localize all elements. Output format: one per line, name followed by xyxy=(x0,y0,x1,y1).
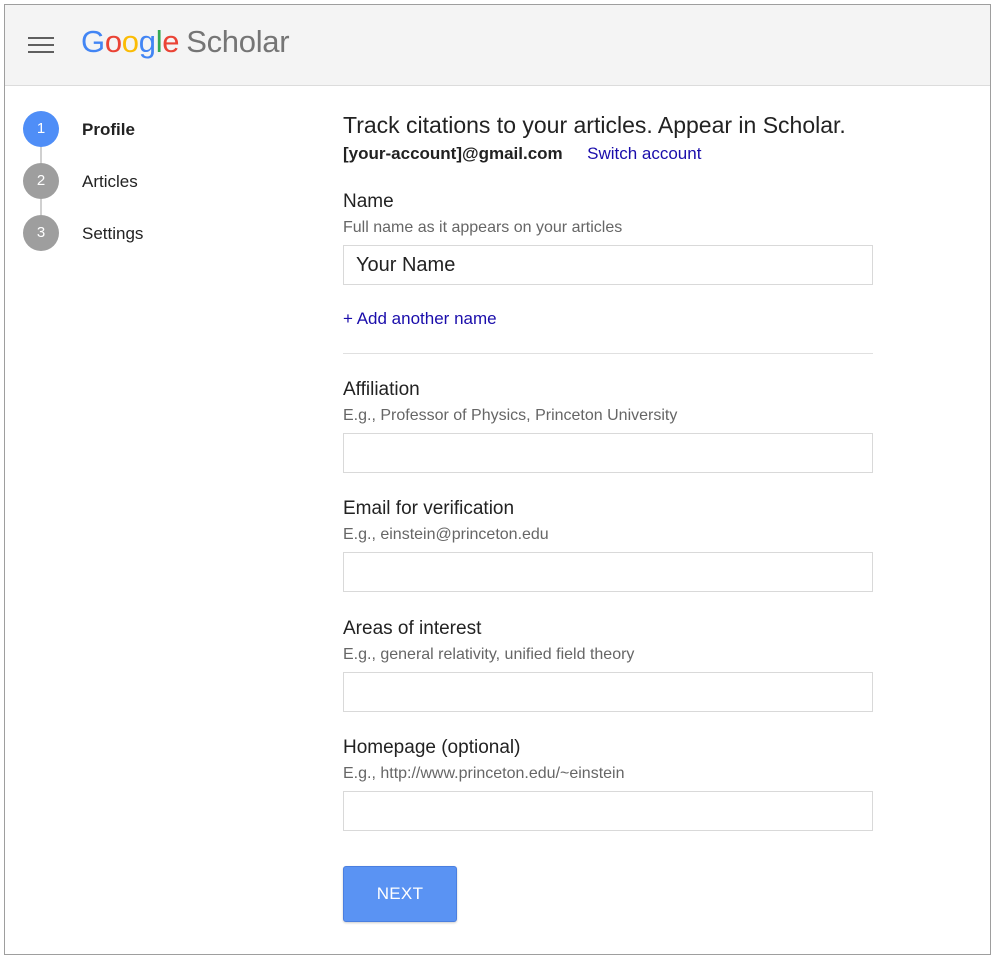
divider xyxy=(343,353,873,354)
step-settings[interactable]: 3 Settings xyxy=(23,215,223,251)
interests-label: Areas of interest xyxy=(343,618,482,639)
homepage-label: Homepage (optional) xyxy=(343,737,521,758)
email-label: Email for verification xyxy=(343,498,515,519)
step-connector xyxy=(40,147,42,163)
logo-letter: e xyxy=(162,24,180,59)
name-input[interactable] xyxy=(343,245,873,285)
page-title: Track citations to your articles. Appear… xyxy=(343,112,846,138)
name-label: Name xyxy=(343,191,394,212)
account-line: [your-account]@gmail.com Switch account xyxy=(343,144,701,164)
email-hint: E.g., einstein@princeton.edu xyxy=(343,526,549,543)
step-profile[interactable]: 1 Profile xyxy=(23,111,223,147)
step-label: Articles xyxy=(82,172,138,191)
account-email: [your-account]@gmail.com xyxy=(343,144,563,163)
step-number-badge: 1 xyxy=(23,111,59,147)
step-articles[interactable]: 2 Articles xyxy=(23,163,223,199)
name-hint: Full name as it appears on your articles xyxy=(343,219,623,236)
interests-input[interactable] xyxy=(343,672,873,712)
logo-letter: g xyxy=(138,24,156,59)
step-connector xyxy=(40,199,42,215)
hamburger-menu-icon[interactable] xyxy=(25,29,57,61)
step-number-badge: 2 xyxy=(23,163,59,199)
logo-letter: o xyxy=(121,24,139,59)
interests-hint: E.g., general relativity, unified field … xyxy=(343,646,635,663)
next-button[interactable]: NEXT xyxy=(343,866,457,922)
homepage-input[interactable] xyxy=(343,791,873,831)
logo-letter: o xyxy=(104,24,122,59)
affiliation-hint: E.g., Professor of Physics, Princeton Un… xyxy=(343,407,678,424)
affiliation-label: Affiliation xyxy=(343,379,420,400)
add-another-name-link[interactable]: + Add another name xyxy=(343,309,497,329)
switch-account-link[interactable]: Switch account xyxy=(587,144,701,163)
top-bar: Google Scholar xyxy=(5,5,990,86)
app-window: Google Scholar 1 Profile 2 Articles 3 Set… xyxy=(4,4,991,955)
step-label: Settings xyxy=(82,224,144,243)
email-input[interactable] xyxy=(343,552,873,592)
google-scholar-logo[interactable]: Google Scholar xyxy=(81,22,290,62)
homepage-hint: E.g., http://www.princeton.edu/~einstein xyxy=(343,765,625,782)
logo-product-name: Scholar xyxy=(186,24,290,59)
step-number-badge: 3 xyxy=(23,215,59,251)
affiliation-input[interactable] xyxy=(343,433,873,473)
logo-letter: G xyxy=(81,24,105,59)
step-label: Profile xyxy=(82,120,135,139)
